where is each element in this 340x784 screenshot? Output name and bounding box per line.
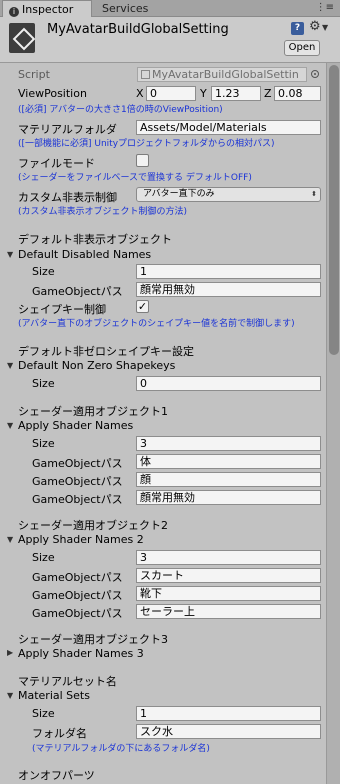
window-tab-bar: i Inspector Services ⋮≡	[0, 0, 340, 17]
shader2-size-label: Size	[32, 551, 55, 564]
custom-hide-dropdown[interactable]: アバター直下のみ ⬍	[136, 187, 321, 202]
info-icon: i	[9, 7, 19, 17]
shapekey-control-note: (アバター直下のオブジェクトのシェイプキー値を名前で制御します)	[18, 319, 295, 329]
onoff-parts-section-title: オンオフパーツ	[18, 769, 95, 782]
shader1-size-field[interactable]: 3	[136, 436, 321, 451]
view-position-z-field[interactable]: 0.08	[274, 86, 321, 101]
view-position-y-field[interactable]: 1.23	[211, 86, 261, 101]
nonzero-shapekeys-section-title: デフォルト非ゼロシェイプキー設定	[18, 345, 194, 358]
nonzero-shapekeys-foldout[interactable]: Default Non Zero Shapekeys	[18, 359, 175, 372]
shader1-path-field[interactable]: 顔	[136, 472, 321, 487]
view-position-x-field[interactable]: 0	[146, 86, 196, 101]
shader1-path-field[interactable]: 体	[136, 454, 321, 469]
default-hidden-size-label: Size	[32, 265, 55, 278]
shapekey-control-label: シェイプキー制御	[18, 303, 106, 316]
shader1-path-label: GameObjectパス	[32, 493, 123, 506]
object-picker-icon[interactable]	[311, 70, 319, 78]
triangle-down-icon[interactable]: ▼	[7, 361, 13, 370]
file-mode-checkbox[interactable]	[136, 154, 149, 167]
updown-arrow-icon: ⬍	[311, 190, 317, 198]
menu-icon[interactable]: ⋮≡	[316, 2, 334, 13]
script-label: Script	[18, 68, 50, 81]
shapekey-control-checkbox[interactable]: ✓	[136, 300, 149, 313]
tab-inspector-label: Inspector	[22, 3, 74, 16]
default-hidden-size-field[interactable]: 1	[136, 264, 321, 279]
material-folder-label: マテリアルフォルダ	[18, 123, 117, 136]
shader2-path-label: GameObjectパス	[32, 607, 123, 620]
shader2-path-field[interactable]: セーラー上	[136, 604, 321, 619]
folder-name-label: フォルダ名	[32, 727, 87, 740]
apply-shader-names-foldout[interactable]: Apply Shader Names	[18, 419, 133, 432]
shader2-path-label: GameObjectパス	[32, 571, 123, 584]
nonzero-size-field[interactable]: 0	[136, 376, 321, 391]
custom-hide-value: アバター直下のみ	[143, 189, 215, 199]
folder-name-field[interactable]: スク水	[136, 724, 321, 739]
view-position-label: ViewPosition	[18, 87, 87, 100]
material-sets-size-field[interactable]: 1	[136, 706, 321, 721]
script-file-icon	[141, 70, 150, 79]
file-mode-note: (シェーダーをファイルベースで置換する デフォルトOFF)	[18, 173, 252, 183]
script-field[interactable]: MyAvatarBuildGlobalSettin	[137, 67, 307, 82]
default-disabled-names-foldout[interactable]: Default Disabled Names	[18, 248, 151, 261]
triangle-down-icon[interactable]: ▼	[7, 691, 13, 700]
file-mode-label: ファイルモード	[18, 157, 95, 170]
view-position-y-label[interactable]: Y	[200, 87, 207, 100]
chevron-down-icon[interactable]: ▼	[322, 23, 328, 32]
scrollbar-thumb[interactable]	[329, 65, 339, 355]
folder-name-note: (マテリアルフォルダの下にあるフォルダ名)	[32, 744, 210, 754]
gear-icon[interactable]: ⚙	[309, 19, 321, 34]
shader1-section-title: シェーダー適用オブジェクト1	[18, 405, 168, 418]
shader2-section-title: シェーダー適用オブジェクト2	[18, 519, 168, 532]
shader2-path-field[interactable]: 靴下	[136, 586, 321, 601]
shader1-size-label: Size	[32, 437, 55, 450]
material-sets-section-title: マテリアルセット名	[18, 675, 117, 688]
triangle-down-icon[interactable]: ▼	[7, 421, 13, 430]
shader3-section-title: シェーダー適用オブジェクト3	[18, 633, 168, 646]
custom-hide-note: (カスタム非表示オブジェクト制御の方法)	[18, 207, 188, 217]
vertical-scrollbar[interactable]	[326, 63, 340, 784]
asset-title: MyAvatarBuildGlobalSetting	[47, 22, 229, 37]
shader1-path-field[interactable]: 顔常用無効	[136, 490, 321, 505]
inspector-header: MyAvatarBuildGlobalSetting ? ⚙ ▼ Open	[0, 17, 340, 63]
view-position-note: ([必須] アバターの大きさ1倍の時のViewPosition)	[18, 105, 223, 115]
default-hidden-path-field[interactable]: 顔常用無効	[136, 282, 321, 297]
shader1-path-label: GameObjectパス	[32, 475, 123, 488]
triangle-right-icon[interactable]: ▶	[7, 648, 13, 657]
script-value: MyAvatarBuildGlobalSettin	[152, 68, 299, 81]
material-sets-foldout[interactable]: Material Sets	[18, 689, 90, 702]
shader2-path-label: GameObjectパス	[32, 589, 123, 602]
tab-services[interactable]: Services	[96, 0, 166, 17]
help-icon[interactable]: ?	[291, 22, 304, 35]
triangle-down-icon[interactable]: ▼	[7, 535, 13, 544]
default-hidden-section-title: デフォルト非表示オブジェクト	[18, 233, 172, 246]
shader2-size-field[interactable]: 3	[136, 550, 321, 565]
custom-hide-label: カスタム非表示制御	[18, 191, 117, 204]
material-sets-size-label: Size	[32, 707, 55, 720]
view-position-x-label[interactable]: X	[136, 87, 144, 100]
tab-services-label: Services	[102, 2, 149, 15]
triangle-down-icon[interactable]: ▼	[7, 250, 13, 259]
open-button[interactable]: Open	[284, 40, 320, 56]
apply-shader-names-3-foldout[interactable]: Apply Shader Names 3	[18, 647, 144, 660]
unity-asset-icon	[9, 23, 35, 53]
nonzero-size-label: Size	[32, 377, 55, 390]
default-hidden-path-label: GameObjectパス	[32, 285, 123, 298]
view-position-z-label[interactable]: Z	[264, 87, 272, 100]
tab-inspector[interactable]: i Inspector	[2, 0, 92, 17]
shader1-path-label: GameObjectパス	[32, 457, 123, 470]
apply-shader-names-2-foldout[interactable]: Apply Shader Names 2	[18, 533, 144, 546]
shader2-path-field[interactable]: スカート	[136, 568, 321, 583]
material-folder-field[interactable]: Assets/Model/Materials	[136, 120, 321, 135]
material-folder-note: ([一部機能に必須] Unityプロジェクトフォルダからの相対パス)	[18, 139, 275, 149]
